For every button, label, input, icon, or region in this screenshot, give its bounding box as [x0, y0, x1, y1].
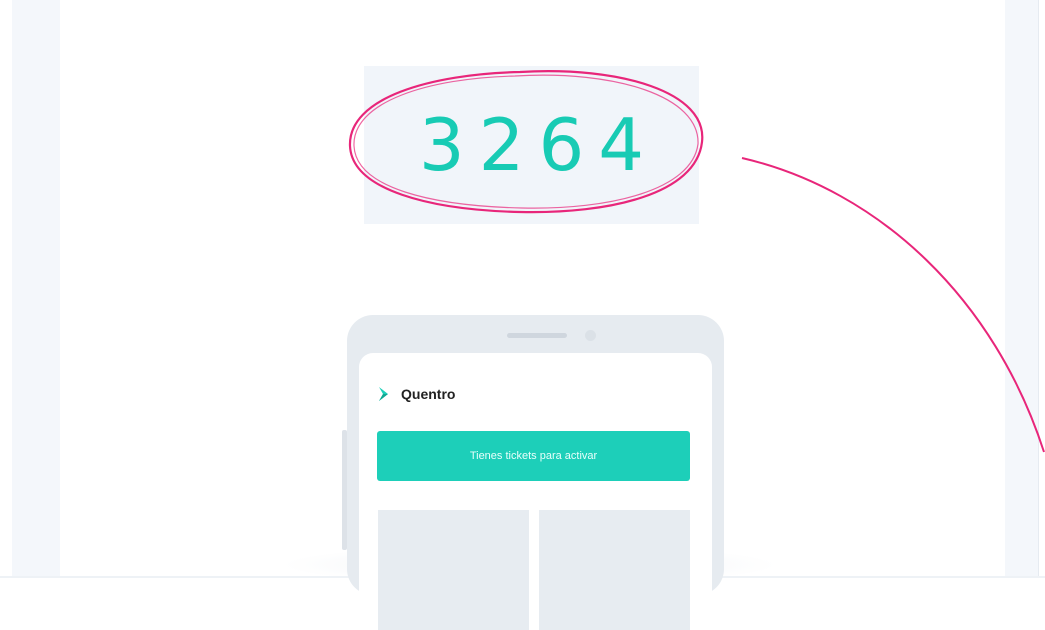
annotation-overlay	[348, 70, 1045, 453]
curved-arrow-annotation	[741, 157, 1045, 453]
highlight-ellipse-annotation-retrace	[353, 74, 699, 209]
